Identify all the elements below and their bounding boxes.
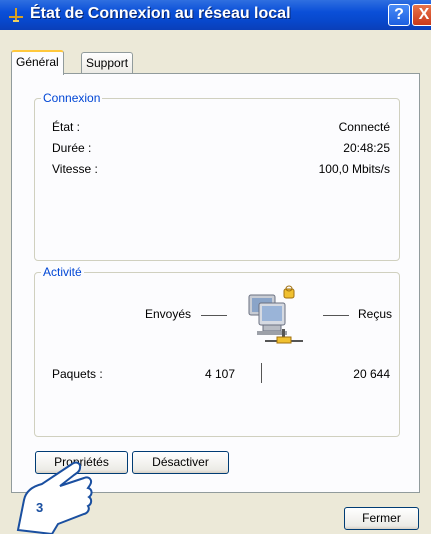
speed-label: Vitesse : [52, 162, 98, 176]
network-computers-icon [248, 285, 303, 344]
activity-group-title: Activité [41, 265, 84, 279]
status-label: État : [52, 120, 81, 134]
network-connection-icon [9, 8, 23, 22]
connection-group: Connexion État : Connecté Durée : 20:48:… [34, 91, 400, 261]
sent-line [201, 315, 227, 316]
disable-button[interactable]: Désactiver [132, 451, 229, 474]
close-window-button[interactable]: X [412, 4, 431, 26]
packets-sent-value: 4 107 [204, 367, 235, 381]
tab-panel-general: Connexion État : Connecté Durée : 20:48:… [11, 73, 420, 493]
packets-label: Paquets : [52, 367, 103, 381]
tab-general[interactable]: Général [11, 50, 64, 75]
close-button[interactable]: Fermer [344, 507, 419, 530]
activity-group: Activité Envoyés Reçus Paquets : 4 107 2… [34, 265, 400, 437]
status-value: Connecté [338, 120, 390, 134]
duration-value: 20:48:25 [343, 141, 390, 155]
connection-status-window: État de Connexion au réseau local ? X Gé… [0, 0, 431, 534]
duration-label: Durée : [52, 141, 92, 155]
help-button[interactable]: ? [388, 4, 410, 26]
received-line [323, 315, 349, 316]
window-title: État de Connexion au réseau local [30, 5, 291, 22]
sent-label: Envoyés [145, 307, 192, 321]
connection-group-title: Connexion [41, 91, 103, 105]
packets-divider [261, 363, 262, 383]
title-bar[interactable]: État de Connexion au réseau local ? X [0, 0, 431, 30]
speed-value: 100,0 Mbits/s [318, 162, 390, 176]
tab-support[interactable]: Support [81, 52, 134, 73]
packets-received-value: 20 644 [353, 367, 390, 381]
pointing-hand-icon [16, 461, 93, 534]
received-label: Reçus [358, 307, 393, 321]
step-number-callout: 3 [36, 500, 44, 515]
